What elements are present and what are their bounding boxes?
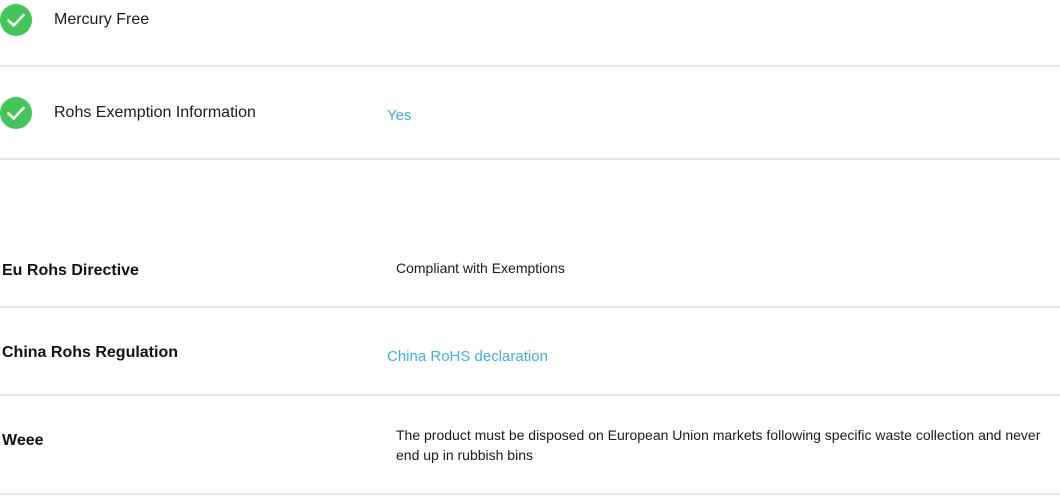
spec-label-eu-rohs: Eu Rohs Directive [2,262,139,279]
divider [0,158,1060,160]
check-circle-icon [0,97,32,129]
divider [0,306,1060,308]
spec-label-weee: Weee [2,432,44,449]
china-rohs-declaration-link[interactable]: China RoHS declaration [387,347,548,367]
spec-label-china-rohs: China Rohs Regulation [2,344,178,361]
check-row-mercury-free: Mercury Free [0,0,1060,36]
rohs-exemption-yes-link[interactable]: Yes [387,106,411,126]
spec-value-eu-rohs: Compliant with Exemptions [396,260,565,276]
divider [0,493,1060,495]
check-label: Mercury Free [54,11,150,28]
check-row-rohs-exemption: Rohs Exemption Information Yes [0,97,1060,129]
divider [0,65,1060,67]
spec-value-weee: The product must be disposed on European… [396,427,1041,463]
check-circle-icon [0,4,32,36]
divider [0,394,1060,396]
check-label: Rohs Exemption Information [54,104,256,121]
